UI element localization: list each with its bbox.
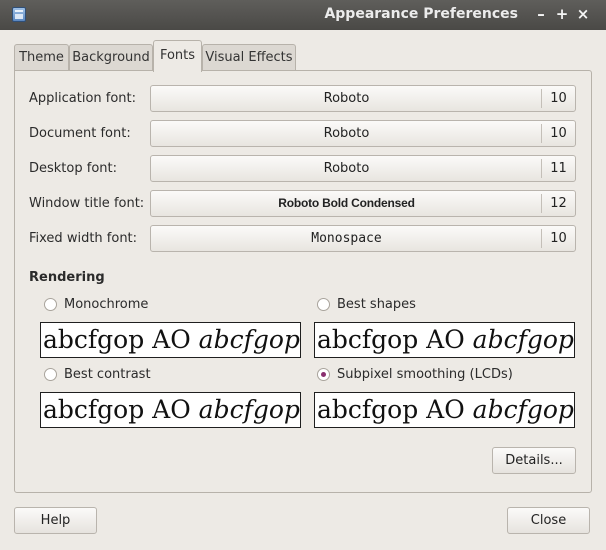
sample-best-contrast-text: abcfgop AO: [43, 395, 199, 424]
desktop-font-button[interactable]: Roboto 11: [150, 155, 576, 182]
document-font-button[interactable]: Roboto 10: [150, 120, 576, 147]
application-font-name: Roboto: [323, 91, 370, 106]
window-title-font-name: Roboto Bold Condensed: [278, 196, 415, 210]
details-button[interactable]: Details...: [492, 447, 576, 474]
radio-monochrome-indicator[interactable]: [44, 298, 57, 311]
sample-subpixel-smoothing[interactable]: abcfgop AO abcfgop: [314, 392, 575, 428]
radio-best-shapes-indicator[interactable]: [317, 298, 330, 311]
tab-visual-effects[interactable]: Visual Effects: [202, 44, 296, 71]
title-bar: Appearance Preferences – + ×: [0, 0, 606, 30]
window-title-font-button[interactable]: Roboto Bold Condensed 12: [150, 190, 576, 217]
radio-subpixel-smoothing-indicator[interactable]: [317, 368, 330, 381]
document-font-size: 10: [541, 124, 575, 143]
sample-monochrome-italic: abcfgop: [198, 325, 300, 354]
application-font-size: 10: [541, 89, 575, 108]
sample-best-shapes[interactable]: abcfgop AO abcfgop: [314, 322, 575, 358]
sample-subpixel-smoothing-text: abcfgop AO: [317, 395, 473, 424]
sample-best-contrast[interactable]: abcfgop AO abcfgop: [40, 392, 301, 428]
window-title: Appearance Preferences: [324, 6, 518, 22]
sample-monochrome[interactable]: abcfgop AO abcfgop: [40, 322, 301, 358]
tab-background[interactable]: Background: [69, 44, 153, 71]
radio-subpixel-smoothing-label: Subpixel smoothing (LCDs): [337, 367, 513, 382]
desktop-font-name: Roboto: [323, 161, 370, 176]
fonts-panel: Application font: Roboto 10 Document fon…: [14, 70, 592, 493]
fixed-width-font-size: 10: [541, 229, 575, 248]
fixed-width-font-button[interactable]: Monospace 10: [150, 225, 576, 252]
sample-subpixel-smoothing-italic: abcfgop: [472, 395, 574, 424]
fixed-width-font-label: Fixed width font:: [29, 231, 138, 246]
sample-best-shapes-italic: abcfgop: [472, 325, 574, 354]
desktop-font-size: 11: [541, 159, 575, 178]
fixed-width-font-name: Monospace: [311, 231, 382, 246]
document-font-label: Document font:: [29, 126, 131, 141]
maximize-button[interactable]: +: [553, 4, 571, 24]
close-button[interactable]: Close: [507, 507, 590, 534]
application-font-button[interactable]: Roboto 10: [150, 85, 576, 112]
window-title-font-label: Window title font:: [29, 196, 145, 211]
close-window-button[interactable]: ×: [574, 4, 592, 24]
app-window-icon: [12, 7, 26, 22]
sample-best-shapes-text: abcfgop AO: [317, 325, 473, 354]
sample-best-contrast-italic: abcfgop: [198, 395, 300, 424]
rendering-section-title: Rendering: [29, 270, 105, 285]
tab-fonts[interactable]: Fonts: [153, 40, 202, 72]
radio-monochrome-label: Monochrome: [64, 297, 149, 312]
tab-theme[interactable]: Theme: [14, 44, 69, 71]
desktop-font-label: Desktop font:: [29, 161, 117, 176]
radio-best-contrast-label: Best contrast: [64, 367, 151, 382]
document-font-name: Roboto: [323, 126, 370, 141]
radio-best-shapes-label: Best shapes: [337, 297, 416, 312]
help-button[interactable]: Help: [14, 507, 97, 534]
window-title-font-size: 12: [541, 194, 575, 213]
application-font-label: Application font:: [29, 91, 137, 106]
sample-monochrome-text: abcfgop AO: [43, 325, 199, 354]
radio-best-contrast-indicator[interactable]: [44, 368, 57, 381]
minimize-button[interactable]: –: [532, 4, 550, 24]
